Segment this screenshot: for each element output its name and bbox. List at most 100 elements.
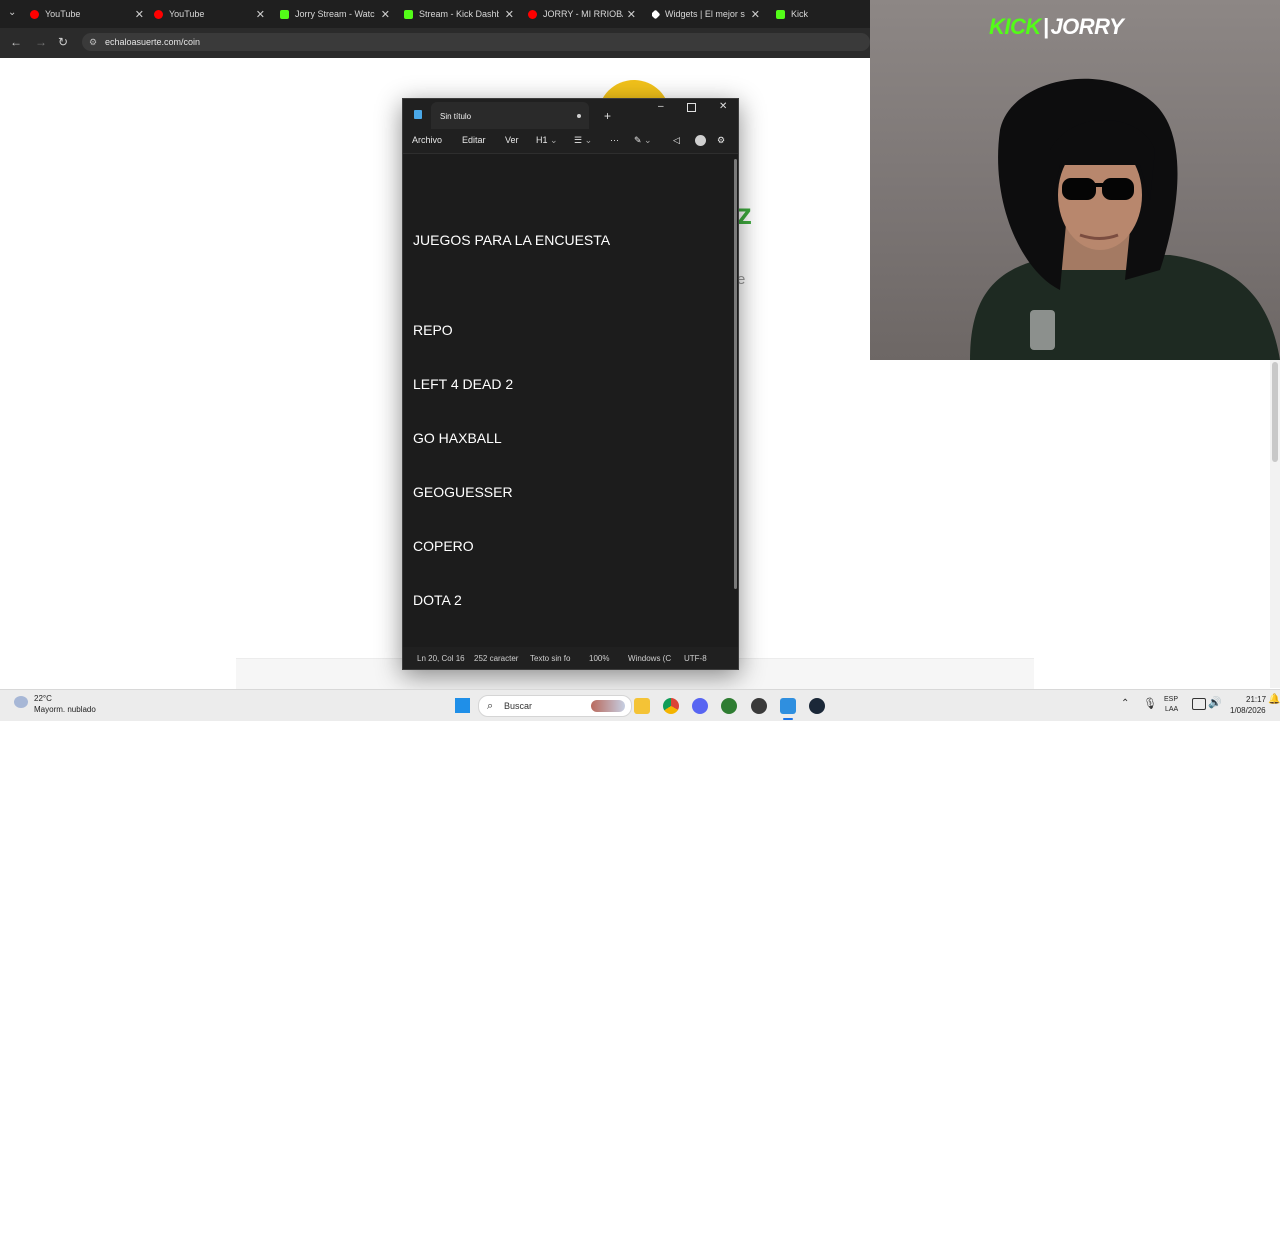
xbox-icon[interactable]	[721, 698, 737, 714]
editor-line: JUEGOS PARA LA ENCUESTA	[413, 232, 611, 248]
notepad-taskbar-icon[interactable]	[780, 698, 796, 714]
editor-line: DOTA 2	[413, 592, 462, 608]
unsaved-dot-icon[interactable]	[577, 114, 581, 118]
widget-icon	[652, 9, 661, 19]
editor-line: GO IRL = 100K	[413, 1186, 509, 1202]
chrome-icon[interactable]	[663, 698, 679, 714]
chevron-down-icon: ⌄	[644, 135, 652, 145]
youtube-icon	[30, 9, 39, 19]
editor-line: RULETA = 10K	[413, 1024, 508, 1040]
notepad-status-bar: Ln 20, Col 16 252 caracter Texto sin fo …	[403, 647, 738, 669]
editor-line: REPO	[413, 322, 453, 338]
logo-jorry-text: JORRY	[1050, 14, 1124, 39]
search-icon: ⌕	[487, 700, 494, 712]
forward-icon[interactable]: →	[35, 35, 47, 49]
page-scrollbar[interactable]	[1270, 360, 1280, 688]
browser-tab[interactable]: Kick	[776, 0, 866, 28]
reload-icon[interactable]: ↻	[58, 35, 68, 49]
clock-time[interactable]: 21:17	[1246, 695, 1266, 704]
close-tab-icon[interactable]: ✕	[627, 8, 636, 21]
youtube-icon	[528, 9, 537, 19]
browser-tab[interactable]: Jorry Stream - Watch ✕	[280, 0, 394, 28]
notepad-tab[interactable]: Sin título	[431, 102, 589, 129]
site-info-icon[interactable]: ⚙	[89, 33, 97, 51]
scrollbar-thumb[interactable]	[1272, 362, 1278, 462]
copilot-icon[interactable]: ✎ ⌄	[634, 135, 652, 146]
weather-icon[interactable]	[14, 696, 28, 708]
notepad-title-bar: Sin título + – ✕	[403, 99, 738, 129]
tab-title: Jorry Stream - Watch	[295, 9, 375, 19]
editor-line: ELIGE EL JUEGO = 10K	[413, 916, 568, 932]
address-bar[interactable]: ⚙ echaloasuerte.com/coin	[82, 33, 870, 51]
close-tab-icon[interactable]: ✕	[256, 8, 265, 21]
network-icon[interactable]	[1192, 698, 1206, 710]
obs-icon[interactable]	[751, 698, 767, 714]
clock-date[interactable]: 1/08/2026	[1230, 706, 1266, 715]
menu-ver[interactable]: Ver	[505, 135, 519, 145]
menu-archivo[interactable]: Archivo	[412, 135, 442, 145]
browser-tab[interactable]: Widgets | El mejor so ✕	[652, 0, 764, 28]
url-text: echaloasuerte.com/coin	[105, 37, 201, 47]
character-count: 252 caracter	[474, 654, 519, 663]
show-hidden-icons-icon[interactable]: ⌃	[1121, 698, 1129, 709]
close-tab-icon[interactable]: ✕	[381, 8, 390, 21]
browser-tab[interactable]: JORRY - MI RRIOBA | ✕	[528, 0, 640, 28]
language-bottom[interactable]: LAA	[1165, 706, 1178, 713]
taskbar-search[interactable]: ⌕ Buscar	[478, 695, 632, 717]
language-top[interactable]: ESP	[1164, 696, 1178, 703]
file-explorer-icon[interactable]	[634, 698, 650, 714]
kick-icon	[776, 9, 785, 19]
editor-line: BOT pa todos 1D= 5K	[413, 862, 551, 878]
tab-search-chevron-icon[interactable]: ⌄	[8, 7, 16, 18]
new-tab-icon[interactable]: +	[604, 109, 611, 123]
editor-line: GEOGUESSER	[413, 484, 513, 500]
notification-icon[interactable]: 🔔	[1268, 694, 1280, 705]
page-heading-fragment: z	[737, 198, 752, 231]
editor-line: GO HAXBALL	[413, 430, 502, 446]
start-icon[interactable]	[455, 698, 470, 713]
kick-jorry-logo: KICK|JORRY	[989, 14, 1124, 40]
steam-icon[interactable]	[809, 698, 825, 714]
close-tab-icon[interactable]: ✕	[505, 8, 514, 21]
close-tab-icon[interactable]: ✕	[751, 8, 760, 21]
account-avatar-icon[interactable]	[695, 135, 706, 146]
maximize-icon[interactable]	[687, 103, 696, 112]
editor-scrollbar[interactable]	[734, 159, 737, 589]
minimize-icon[interactable]: –	[658, 101, 664, 112]
browser-tab-bar: ⌄ YouTube ✕ YouTube ✕ Jorry Stream - Wat…	[0, 0, 870, 28]
tab-title: JORRY - MI RRIOBA |	[543, 9, 623, 19]
tab-title: YouTube	[45, 9, 81, 19]
document-title: Sin título	[440, 112, 472, 121]
chevron-down-icon: ⌄	[550, 135, 558, 145]
more-options-icon[interactable]: ···	[610, 135, 619, 145]
close-window-icon[interactable]: ✕	[719, 101, 727, 112]
search-highlight-icon	[591, 700, 625, 712]
discord-icon[interactable]	[692, 698, 708, 714]
announcement-icon[interactable]: ◁	[673, 135, 680, 146]
kick-icon	[404, 9, 413, 19]
weather-temp[interactable]: 22°C	[34, 694, 52, 703]
tab-title: Stream - Kick Dashbo	[419, 9, 499, 19]
chevron-down-icon: ⌄	[584, 135, 593, 145]
settings-gear-icon[interactable]: ⚙	[717, 135, 725, 146]
back-icon[interactable]: ←	[10, 35, 22, 49]
notepad-window: Sin título + – ✕ Archivo Editar Ver H1 ⌄…	[402, 98, 739, 1202]
editor-line: HOST = 10K	[413, 970, 493, 986]
notepad-menu-bar: Archivo Editar Ver H1 ⌄ ☰ ⌄ ··· ✎ ⌄ ◁ ⚙	[403, 129, 738, 154]
zoom-level[interactable]: 100%	[589, 654, 609, 663]
editor-line: LEFT 4 DEAD 2	[413, 376, 514, 392]
tab-title: Widgets | El mejor so	[665, 9, 745, 19]
microphone-icon[interactable]: 🎙	[1143, 697, 1157, 710]
youtube-icon	[154, 9, 163, 19]
menu-editar[interactable]: Editar	[462, 135, 486, 145]
browser-tab[interactable]: YouTube ✕	[154, 0, 269, 28]
close-tab-icon[interactable]: ✕	[135, 8, 144, 21]
kick-icon	[280, 9, 289, 19]
editor-line: ME AFEITO = 20K	[413, 1078, 529, 1094]
browser-tab[interactable]: YouTube ✕	[30, 0, 148, 28]
heading-select[interactable]: H1 ⌄	[536, 135, 558, 146]
list-format-icon[interactable]: ☰ ⌄	[574, 135, 592, 146]
weather-description[interactable]: Mayorm. nublado	[34, 705, 96, 714]
volume-icon[interactable]: 🔊	[1208, 696, 1222, 709]
browser-tab[interactable]: Stream - Kick Dashbo ✕	[404, 0, 518, 28]
